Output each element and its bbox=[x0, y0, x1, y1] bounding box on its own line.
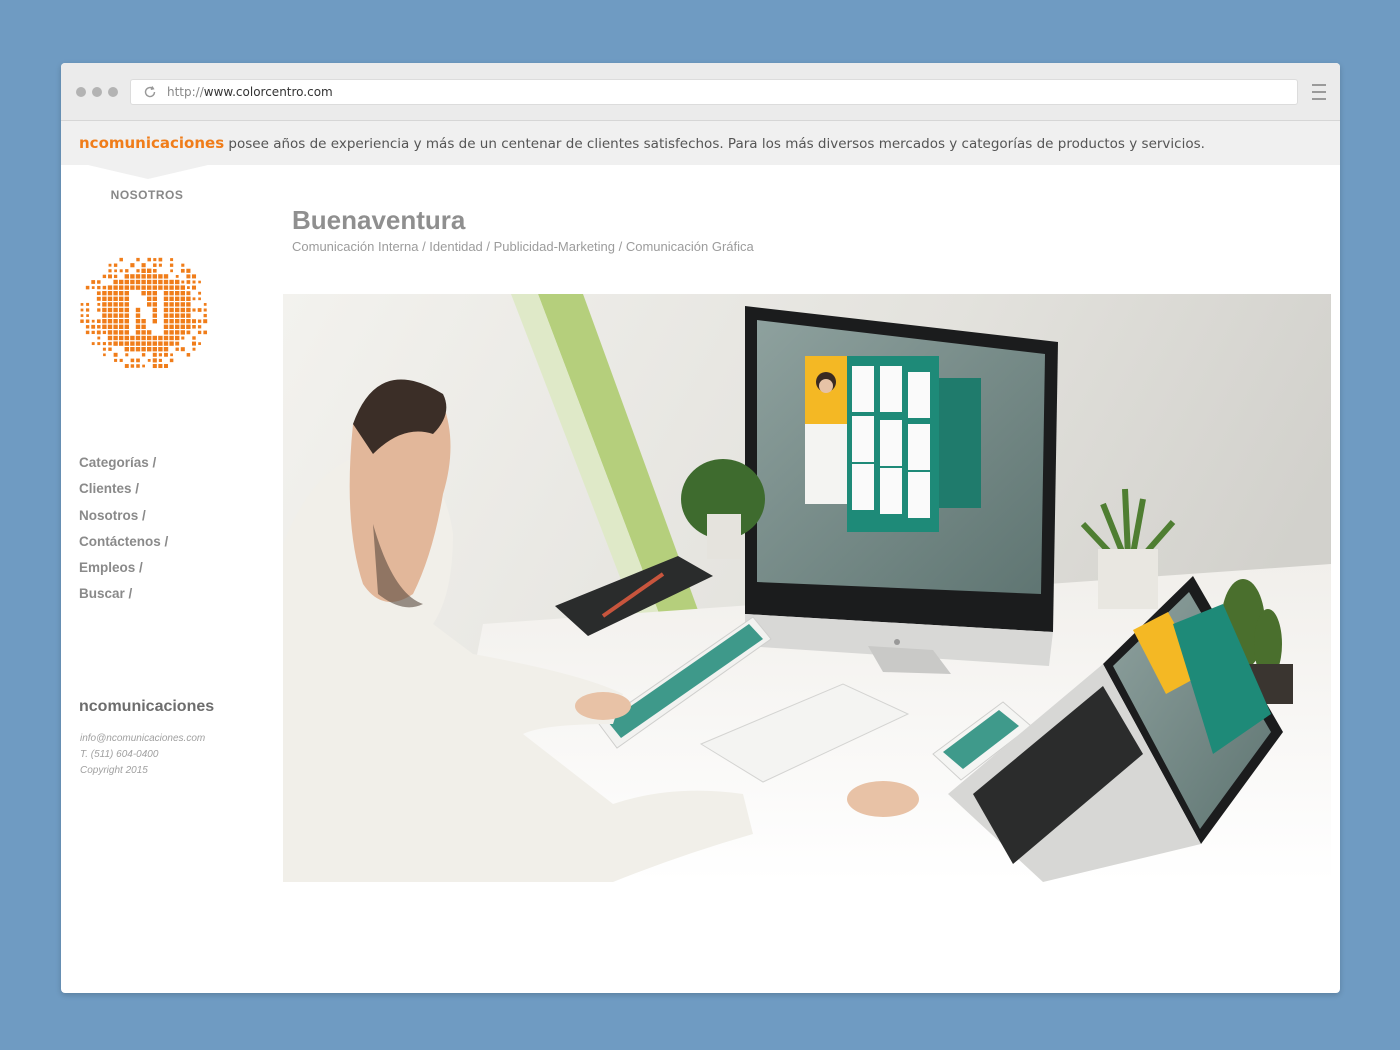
footer-email[interactable]: info@ncomunicaciones.com bbox=[80, 731, 205, 747]
project-title: Buenaventura bbox=[292, 205, 466, 235]
hero-illustration bbox=[283, 294, 1331, 882]
browser-window: http://www.colorcentro.com ncomunicacion… bbox=[61, 63, 1340, 993]
nav-item-categorias[interactable]: Categorías / bbox=[79, 455, 168, 481]
nav-item-nosotros[interactable]: Nosotros / bbox=[79, 508, 168, 534]
reload-icon[interactable] bbox=[143, 85, 157, 99]
browser-toolbar: http://www.colorcentro.com bbox=[61, 63, 1340, 121]
minimize-dot[interactable] bbox=[92, 87, 102, 97]
banner-description: posee años de experiencia y más de un ce… bbox=[224, 136, 1205, 152]
main-nav: Categorías / Clientes / Nosotros / Contá… bbox=[79, 455, 168, 613]
nav-item-empleos[interactable]: Empleos / bbox=[79, 560, 168, 586]
hamburger-menu-icon[interactable] bbox=[1312, 84, 1326, 100]
maximize-dot[interactable] bbox=[108, 87, 118, 97]
url-domain: www.colorcentro.com bbox=[203, 85, 333, 99]
nav-item-buscar[interactable]: Buscar / bbox=[79, 586, 168, 612]
url-protocol: http:// bbox=[167, 85, 204, 99]
ncomunicaciones-logo-icon[interactable] bbox=[75, 249, 217, 375]
footer-brand: ncomunicaciones bbox=[79, 698, 215, 715]
address-bar[interactable]: http://www.colorcentro.com bbox=[130, 79, 1298, 105]
project-hero-image bbox=[283, 294, 1331, 882]
footer-phone: T. (511) 604-0400 bbox=[80, 749, 159, 760]
project-categories: Comunicación Interna / Identidad / Publi… bbox=[292, 239, 754, 254]
intro-banner: ncomunicaciones posee años de experienci… bbox=[61, 121, 1340, 165]
footer-contact: info@ncomunicaciones.com T. (511) 604-04… bbox=[80, 731, 205, 779]
section-tab[interactable]: NOSOTROS bbox=[61, 188, 233, 202]
banner-text: ncomunicaciones posee años de experienci… bbox=[79, 134, 1205, 152]
window-controls bbox=[76, 87, 118, 97]
nav-item-contactenos[interactable]: Contáctenos / bbox=[79, 534, 168, 560]
footer-copyright: Copyright 2015 bbox=[80, 765, 148, 776]
banner-brand[interactable]: ncomunicaciones bbox=[79, 134, 224, 152]
banner-notch bbox=[88, 165, 208, 179]
nav-item-clientes[interactable]: Clientes / bbox=[79, 481, 168, 507]
close-dot[interactable] bbox=[76, 87, 86, 97]
url-text[interactable]: http://www.colorcentro.com bbox=[167, 85, 333, 99]
